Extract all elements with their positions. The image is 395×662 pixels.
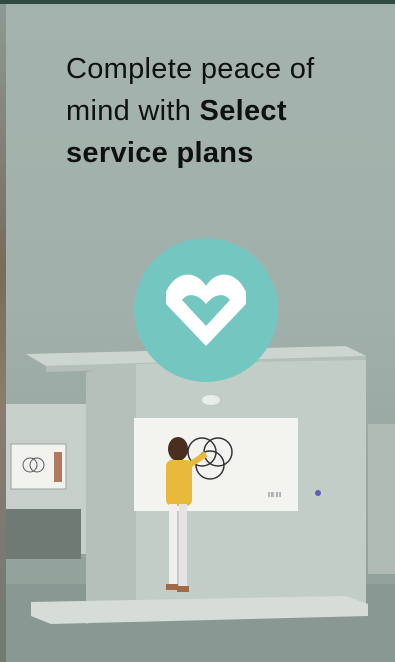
headline-highlight-1: Select (199, 95, 287, 127)
headline-highlight-2: service plans (66, 137, 254, 169)
person-jacket (166, 460, 192, 506)
hero-headline: Complete peace of mind with Select servi… (66, 48, 366, 174)
whiteboard-label: ||||| |||| (268, 492, 281, 498)
service-plan-badge (134, 238, 278, 382)
hero-banner[interactable]: Complete peace of mind with Select servi… (6, 4, 395, 662)
headline-line-2: mind with (66, 95, 192, 127)
person-hair (168, 437, 188, 461)
left-chairs (6, 509, 81, 559)
headline-line-1: Complete peace of (66, 53, 315, 85)
heart-icon (166, 274, 246, 346)
office-illustration: ||||| |||| (6, 346, 395, 662)
right-room (368, 424, 395, 574)
booth-left-wall (86, 364, 136, 624)
ceiling-light (202, 395, 220, 405)
wall-button (315, 490, 321, 496)
person-legs (169, 504, 177, 586)
